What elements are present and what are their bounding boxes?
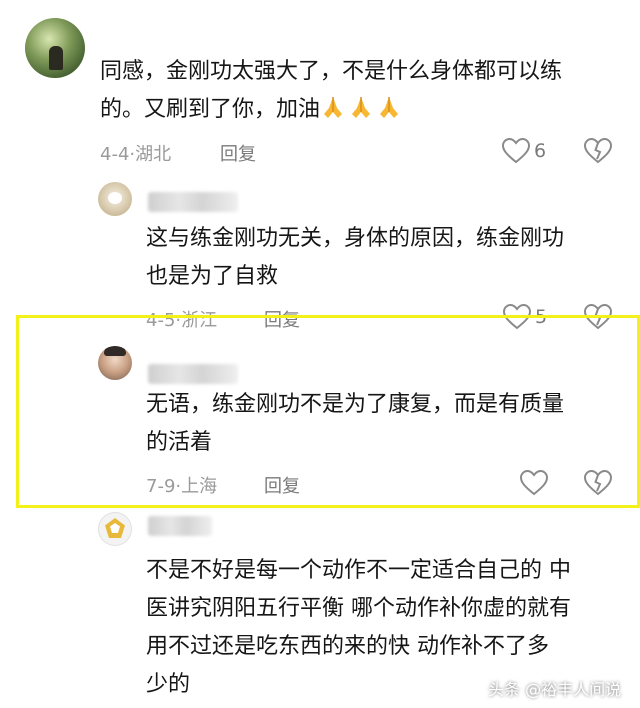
location: 湖北 [135, 144, 172, 165]
pray-hands-icon [320, 97, 404, 122]
location: 上海 [181, 476, 218, 497]
avatar[interactable] [98, 182, 132, 216]
dislike-icon[interactable] [584, 470, 612, 496]
date: 4-4 [100, 144, 130, 165]
date: 7-9 [146, 476, 176, 497]
reply-button[interactable]: 回复 [220, 140, 256, 166]
username-blurred [148, 516, 212, 536]
heart-icon[interactable] [502, 138, 530, 164]
username-blurred [148, 192, 238, 212]
dislike-icon[interactable] [584, 138, 612, 164]
comment-text: 同感，金刚功太强大了，不是什么身体都可以练 的。又刷到了你，加油 [100, 59, 563, 122]
avatar[interactable] [98, 512, 132, 546]
username-blurred [148, 364, 238, 384]
comment-text: 这与练金刚功无关，身体的原因，练金刚功 也是为了自救 [146, 226, 565, 289]
reply-button[interactable]: 回复 [264, 472, 300, 498]
avatar[interactable] [25, 18, 85, 78]
like-count: 6 [534, 140, 547, 162]
avatar[interactable] [98, 346, 132, 380]
comment-text: 无语，练金刚功不是为了康复，而是有质量 的活着 [146, 392, 565, 455]
comment-meta: 7-9·上海 [146, 476, 218, 497]
comment-meta: 4-4·湖北 [100, 144, 172, 165]
watermark: 头条 @裕丰人间说 [488, 680, 622, 699]
heart-icon[interactable] [520, 470, 548, 496]
